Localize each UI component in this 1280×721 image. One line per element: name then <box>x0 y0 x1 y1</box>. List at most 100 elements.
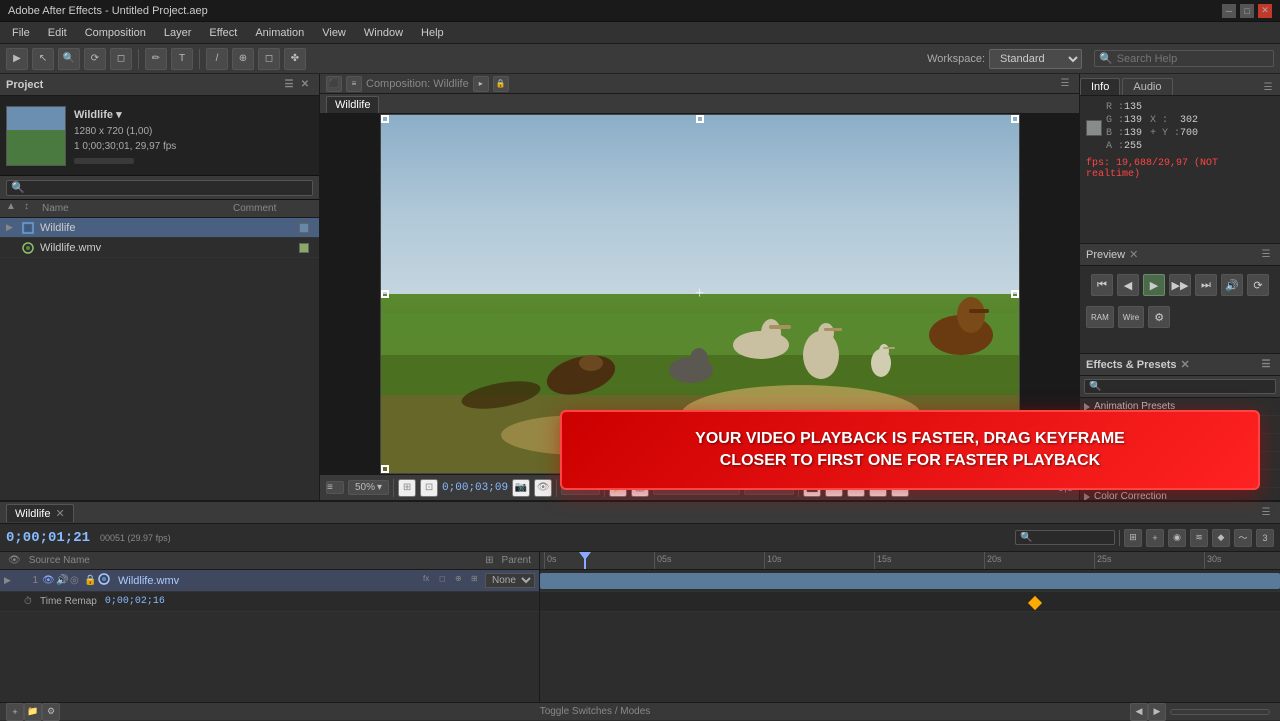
zoom-dropdown[interactable]: 50% ▾ <box>348 480 389 495</box>
lc-fx[interactable]: fx <box>423 574 437 588</box>
timeline-ruler[interactable]: 0s 05s 10s 15s 20s 25s 30s <box>540 552 1280 570</box>
preview-close[interactable]: ✕ <box>1129 248 1138 261</box>
next-frame-btn[interactable]: ▶▶ <box>1169 274 1191 296</box>
menu-composition[interactable]: Composition <box>77 25 154 41</box>
layer-visibility-1[interactable]: 👁 <box>42 575 56 586</box>
name-sort-icon[interactable]: ▲ <box>6 201 22 217</box>
timeline-tab-wildlife[interactable]: Wildlife ✕ <box>6 504 74 522</box>
project-panel-menu[interactable]: ☰ <box>281 77 297 93</box>
timeline-tab-close[interactable]: ✕ <box>56 508 65 520</box>
rotate-tool[interactable]: ⟳ <box>84 48 106 70</box>
show-snapshot-btn[interactable]: 👁 <box>534 479 552 497</box>
lc-adjust[interactable]: ⊕ <box>455 574 469 588</box>
search-help-box[interactable]: 🔍 <box>1094 50 1274 67</box>
menu-file[interactable]: File <box>4 25 38 41</box>
timeline-search-input[interactable] <box>1015 530 1115 545</box>
lc-motion[interactable]: ◻ <box>439 574 453 588</box>
minimize-button[interactable]: ─ <box>1222 4 1236 18</box>
pen-tool[interactable]: ✏ <box>145 48 167 70</box>
snapshot-btn[interactable]: 📷 <box>512 479 530 497</box>
comp-settings2-btn[interactable]: ▸ <box>473 76 489 92</box>
expand-arrow[interactable]: ▶ <box>4 575 18 586</box>
lc-3d[interactable]: ⊞ <box>471 574 485 588</box>
maximize-button[interactable]: □ <box>1240 4 1254 18</box>
loop-btn[interactable]: ⟳ <box>1247 274 1269 296</box>
project-search-bar[interactable] <box>0 176 319 200</box>
puppet-tool[interactable]: ✤ <box>284 48 306 70</box>
preview-panel-menu[interactable]: ☰ <box>1258 247 1274 263</box>
search-help-input[interactable] <box>1117 53 1269 65</box>
safe-zones-btn[interactable]: ⊡ <box>420 479 438 497</box>
settings-btn[interactable]: ⚙ <box>1148 306 1170 328</box>
handle-bottom-left[interactable] <box>381 465 389 473</box>
comp-panel-menu[interactable]: ☰ <box>1057 76 1073 92</box>
menu-edit[interactable]: Edit <box>40 25 75 41</box>
menu-help[interactable]: Help <box>413 25 452 41</box>
select-tool[interactable]: ↖ <box>32 48 54 70</box>
layer-bar-1[interactable] <box>540 573 1280 589</box>
menu-window[interactable]: Window <box>356 25 411 41</box>
effects-search-input[interactable] <box>1084 379 1276 394</box>
workspace-dropdown[interactable]: Standard <box>989 49 1082 69</box>
text-tool[interactable]: T <box>171 48 193 70</box>
tab-info[interactable]: Info <box>1080 78 1120 95</box>
timeline-scrollbar[interactable] <box>1170 709 1270 715</box>
info-panel-menu[interactable]: ☰ <box>1260 79 1276 95</box>
brush-tool[interactable]: / <box>206 48 228 70</box>
tl-btn-motion-blur[interactable]: ≋ <box>1190 529 1208 547</box>
project-search-input[interactable] <box>6 180 313 196</box>
cam-tool[interactable]: ◻ <box>110 48 132 70</box>
tl-btn-solo[interactable]: ◉ <box>1168 529 1186 547</box>
layer-row-1[interactable]: ▶ 1 👁 🔊 ◎ 🔒 Wildlife.wmv fx <box>0 570 539 592</box>
comp-flow-btn[interactable]: ≡ <box>346 76 362 92</box>
tl-btn-keyframe[interactable]: ◆ <box>1212 529 1230 547</box>
menu-layer[interactable]: Layer <box>156 25 200 41</box>
tl-settings[interactable]: ⚙ <box>42 703 60 721</box>
audio-btn[interactable]: 🔊 <box>1221 274 1243 296</box>
sub-layer-time-remap[interactable]: ⏱ Time Remap 0;00;02;16 <box>0 592 539 612</box>
playhead[interactable] <box>584 552 586 569</box>
tl-btn-new-layer[interactable]: + <box>1146 529 1164 547</box>
go-to-start-btn[interactable]: ⏮ <box>1091 274 1113 296</box>
layer-solo-1[interactable]: ◎ <box>70 575 84 586</box>
effects-search-bar[interactable] <box>1080 376 1280 398</box>
prev-frame-btn[interactable]: ◀ <box>1117 274 1139 296</box>
handle-top-right[interactable] <box>1011 115 1019 123</box>
keyframe-marker[interactable] <box>1028 596 1042 610</box>
menu-effect[interactable]: Effect <box>201 25 245 41</box>
handle-mid-left[interactable] <box>381 290 389 298</box>
effects-close[interactable]: ✕ <box>1181 358 1190 371</box>
grid-btn[interactable]: ⊞ <box>398 479 416 497</box>
handle-mid-right[interactable] <box>1011 290 1019 298</box>
tl-btn-toggle-switches[interactable]: ⊞ <box>1124 529 1142 547</box>
tl-scroll-left[interactable]: ◀ <box>1130 703 1148 721</box>
play-btn[interactable]: ▶ <box>1143 274 1165 296</box>
tl-folder[interactable]: 📁 <box>24 703 42 721</box>
project-item-wildlife-comp[interactable]: ▶ Wildlife <box>0 218 319 238</box>
comp-settings-btn[interactable]: ⬛ <box>326 76 342 92</box>
menu-view[interactable]: View <box>314 25 354 41</box>
project-item-wildlife-wmv[interactable]: Wildlife.wmv <box>0 238 319 258</box>
home-button[interactable]: ▶ <box>6 48 28 70</box>
tl-btn-3d[interactable]: 3 <box>1256 529 1274 547</box>
eraser-tool[interactable]: ◻ <box>258 48 280 70</box>
tab-audio[interactable]: Audio <box>1122 78 1172 95</box>
ram-preview-btn[interactable]: RAM <box>1086 306 1114 328</box>
comp-menu-btn[interactable]: ≡ <box>326 481 344 494</box>
close-button[interactable]: ✕ <box>1258 4 1272 18</box>
handle-top-left[interactable] <box>381 115 389 123</box>
name-sort-icon2[interactable]: ↕ <box>24 201 40 217</box>
tl-btn-graph[interactable]: 〜 <box>1234 529 1252 547</box>
clone-tool[interactable]: ⊕ <box>232 48 254 70</box>
timeline-panel-menu[interactable]: ☰ <box>1258 505 1274 521</box>
wireframe-btn[interactable]: Wire <box>1118 306 1144 328</box>
go-to-end-btn[interactable]: ⏭ <box>1195 274 1217 296</box>
tab-wildlife[interactable]: Wildlife <box>326 96 379 113</box>
zoom-tool[interactable]: 🔍 <box>58 48 80 70</box>
tl-new-comp[interactable]: + <box>6 703 24 721</box>
menu-animation[interactable]: Animation <box>247 25 312 41</box>
layer-lock-1[interactable]: 🔒 <box>84 575 98 586</box>
handle-top-mid[interactable] <box>696 115 704 123</box>
layer-audio-1[interactable]: 🔊 <box>56 575 70 586</box>
comp-lock-btn[interactable]: 🔒 <box>493 76 509 92</box>
